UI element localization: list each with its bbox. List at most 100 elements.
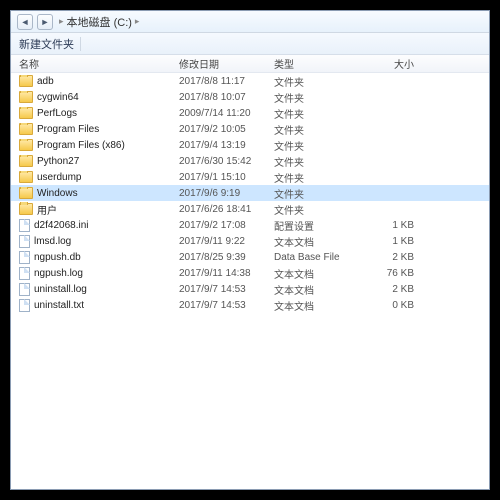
- back-button[interactable]: ◄: [17, 14, 33, 30]
- cell-type: 文本文档: [274, 282, 364, 297]
- file-name-label: 用户: [37, 202, 57, 217]
- table-row[interactable]: uninstall.log 2017/9/7 14:53文本文档2 KB: [11, 281, 489, 297]
- cell-date: 2017/6/26 18:41: [179, 204, 274, 215]
- file-icon: [19, 235, 30, 248]
- cell-name: ngpush.log: [19, 267, 179, 280]
- file-name-label: PerfLogs: [37, 108, 77, 119]
- table-row[interactable]: lmsd.log2017/9/11 9:22文本文档1 KB: [11, 233, 489, 249]
- forward-button[interactable]: ►: [37, 14, 53, 30]
- cell-name: Windows: [19, 187, 179, 199]
- cell-name: uninstall.txt: [19, 299, 179, 312]
- cell-type: Data Base File: [274, 252, 364, 263]
- file-name-label: adb: [37, 76, 54, 87]
- table-row[interactable]: ngpush.log2017/9/11 14:38文本文档76 KB: [11, 265, 489, 281]
- new-folder-button[interactable]: 新建文件夹: [19, 36, 74, 52]
- toolbar-separator: [80, 37, 81, 51]
- cell-date: 2017/9/11 14:38: [179, 268, 274, 279]
- cell-date: 2017/9/4 13:19: [179, 140, 274, 151]
- cell-date: 2017/9/7 14:53: [179, 284, 274, 295]
- cell-type: 配置设置: [274, 218, 364, 233]
- cell-type: 文件夹: [274, 154, 364, 169]
- file-name-label: Program Files: [37, 124, 99, 135]
- cell-type: 文件夹: [274, 90, 364, 105]
- cell-name: Program Files (x86): [19, 139, 179, 151]
- explorer-window: ◄ ► ▸ 本地磁盘 (C:) ▸ 新建文件夹 名称 修改日期 类型 大小 ad…: [10, 10, 490, 490]
- cell-name: lmsd.log: [19, 235, 179, 248]
- folder-icon: [19, 203, 33, 215]
- file-name-label: d2f42068.ini: [34, 220, 89, 231]
- breadcrumb[interactable]: ▸ 本地磁盘 (C:) ▸: [59, 14, 489, 30]
- cell-type: 文本文档: [274, 266, 364, 281]
- folder-icon: [19, 187, 33, 199]
- table-row[interactable]: userdump 2017/9/1 15:10文件夹: [11, 169, 489, 185]
- breadcrumb-drive[interactable]: 本地磁盘 (C:): [67, 14, 132, 30]
- column-header-name[interactable]: 名称: [19, 56, 179, 71]
- cell-name: Program Files: [19, 123, 179, 135]
- table-row[interactable]: cygwin64 2017/8/8 10:07文件夹: [11, 89, 489, 105]
- file-name-label: uninstall.log: [34, 284, 87, 295]
- file-name-label: uninstall.txt: [34, 300, 84, 311]
- table-row[interactable]: uninstall.txt2017/9/7 14:53文本文档0 KB: [11, 297, 489, 313]
- folder-icon: [19, 155, 33, 167]
- column-header-modified[interactable]: 修改日期: [179, 56, 274, 71]
- cell-type: 文件夹: [274, 170, 364, 185]
- cell-date: 2017/8/8 10:07: [179, 92, 274, 103]
- table-row[interactable]: ngpush.db2017/8/25 9:39Data Base File2 K…: [11, 249, 489, 265]
- cell-date: 2017/6/30 15:42: [179, 156, 274, 167]
- table-row[interactable]: d2f42068.ini 2017/9/2 17:08配置设置1 KB: [11, 217, 489, 233]
- column-header-size[interactable]: 大小: [364, 56, 424, 71]
- cell-name: d2f42068.ini: [19, 219, 179, 232]
- cell-type: 文件夹: [274, 74, 364, 89]
- column-header-type[interactable]: 类型: [274, 56, 364, 71]
- cell-type: 文件夹: [274, 186, 364, 201]
- cell-type: 文件夹: [274, 106, 364, 121]
- file-icon: [19, 283, 30, 296]
- file-name-label: lmsd.log: [34, 236, 71, 247]
- file-name-label: Program Files (x86): [37, 140, 125, 151]
- column-headers: 名称 修改日期 类型 大小: [11, 55, 489, 73]
- cell-name: uninstall.log: [19, 283, 179, 296]
- file-name-label: cygwin64: [37, 92, 79, 103]
- cell-type: 文件夹: [274, 202, 364, 217]
- table-row[interactable]: Python272017/6/30 15:42文件夹: [11, 153, 489, 169]
- cell-size: 2 KB: [364, 252, 424, 263]
- chevron-right-icon: ▸: [135, 16, 140, 27]
- table-row[interactable]: PerfLogs2009/7/14 11:20文件夹: [11, 105, 489, 121]
- cell-size: 2 KB: [364, 284, 424, 295]
- cell-date: 2017/9/7 14:53: [179, 300, 274, 311]
- cell-date: 2017/9/2 10:05: [179, 124, 274, 135]
- cell-date: 2017/9/1 15:10: [179, 172, 274, 183]
- table-row[interactable]: Program Files (x86) 2017/9/4 13:19文件夹: [11, 137, 489, 153]
- cell-name: PerfLogs: [19, 107, 179, 119]
- table-row[interactable]: Windows 2017/9/6 9:19文件夹: [11, 185, 489, 201]
- cell-date: 2017/9/11 9:22: [179, 236, 274, 247]
- table-row[interactable]: adb2017/8/8 11:17文件夹: [11, 73, 489, 89]
- table-row[interactable]: Program Files2017/9/2 10:05文件夹: [11, 121, 489, 137]
- file-name-label: Windows: [37, 188, 78, 199]
- folder-icon: [19, 123, 33, 135]
- folder-icon: [19, 139, 33, 151]
- cell-name: 用户: [19, 202, 179, 217]
- file-rows: adb2017/8/8 11:17文件夹 cygwin64 2017/8/8 10:…: [11, 73, 489, 313]
- file-name-label: ngpush.log: [34, 268, 83, 279]
- cell-date: 2017/9/6 9:19: [179, 188, 274, 199]
- toolbar: 新建文件夹: [11, 33, 489, 55]
- titlebar: ◄ ► ▸ 本地磁盘 (C:) ▸: [11, 11, 489, 33]
- cell-size: 1 KB: [364, 236, 424, 247]
- cell-size: 1 KB: [364, 220, 424, 231]
- table-row[interactable]: 用户 2017/6/26 18:41文件夹: [11, 201, 489, 217]
- folder-icon: [19, 107, 33, 119]
- file-icon: [19, 299, 30, 312]
- file-name-label: userdump: [37, 172, 81, 183]
- cell-name: Python27: [19, 155, 179, 167]
- file-icon: [19, 251, 30, 264]
- cell-name: ngpush.db: [19, 251, 179, 264]
- file-icon: [19, 267, 30, 280]
- cell-type: 文本文档: [274, 298, 364, 313]
- cell-name: cygwin64: [19, 91, 179, 103]
- file-icon: [19, 219, 30, 232]
- cell-date: 2017/9/2 17:08: [179, 220, 274, 231]
- cell-type: 文件夹: [274, 138, 364, 153]
- file-list-area: 名称 修改日期 类型 大小 adb2017/8/8 11:17文件夹cygwin…: [11, 55, 489, 489]
- folder-icon: [19, 91, 33, 103]
